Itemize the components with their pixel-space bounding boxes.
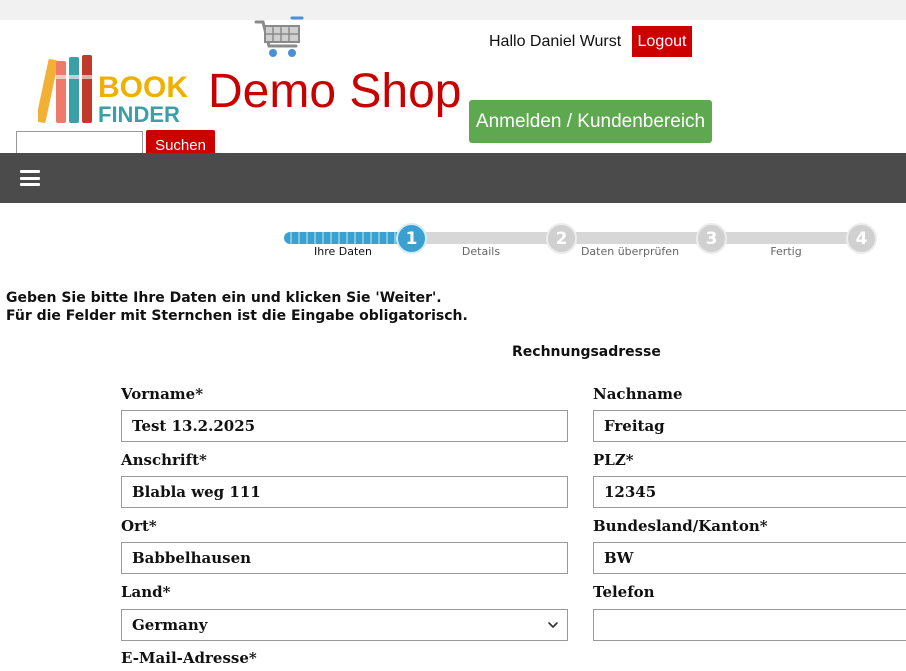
instruction-line-2: Für die Felder mit Sternchen ist die Ein… bbox=[6, 308, 468, 324]
ort-field[interactable]: Babbelhausen bbox=[121, 542, 568, 574]
step-circle-4: 4 bbox=[846, 223, 877, 254]
step-circle-1: 1 bbox=[396, 223, 427, 254]
billing-address-title: Rechnungsadresse bbox=[512, 344, 661, 360]
step-label-2: Details bbox=[461, 245, 501, 258]
svg-text:BOOK: BOOK bbox=[98, 71, 188, 104]
step-circle-2: 2 bbox=[546, 223, 577, 254]
nav-bar bbox=[0, 153, 906, 203]
bundesland-field[interactable]: BW bbox=[593, 542, 906, 574]
plz-label: PLZ* bbox=[593, 451, 634, 469]
progress-segment-4 bbox=[726, 232, 850, 244]
user-greeting: Hallo Daniel Wurst bbox=[489, 33, 622, 50]
books-icon: BOOK FINDER bbox=[35, 55, 188, 127]
vorname-field[interactable]: Test 13.2.2025 bbox=[121, 410, 568, 442]
nachname-label: Nachname bbox=[593, 385, 683, 403]
step-label-4: Fertig bbox=[770, 245, 802, 258]
step-label-3: Daten überprüfen bbox=[580, 245, 680, 258]
cart-icon[interactable] bbox=[254, 14, 306, 60]
progress-segment-3 bbox=[576, 232, 700, 244]
hamburger-icon[interactable] bbox=[20, 170, 40, 186]
anschrift-field[interactable]: Blabla weg 111 bbox=[121, 476, 568, 508]
form-instructions: Geben Sie bitte Ihre Daten ein und klick… bbox=[6, 289, 468, 325]
step-circle-3: 3 bbox=[696, 223, 727, 254]
chevron-down-icon bbox=[548, 622, 558, 628]
land-selected-value: Germany bbox=[132, 616, 208, 634]
step-label-1: Ihre Daten bbox=[313, 245, 373, 258]
ort-label: Ort* bbox=[121, 517, 157, 535]
svg-text:FINDER: FINDER bbox=[98, 102, 180, 125]
progress-segment-2 bbox=[426, 232, 550, 244]
land-select[interactable]: Germany bbox=[121, 609, 568, 641]
logout-button[interactable]: Logout bbox=[632, 26, 692, 57]
vorname-label: Vorname* bbox=[121, 385, 204, 403]
login-customer-area-button[interactable]: Anmelden / Kundenbereich bbox=[469, 100, 712, 143]
top-strip bbox=[0, 0, 906, 20]
email-label: E-Mail-Adresse* bbox=[121, 649, 257, 667]
anschrift-label: Anschrift* bbox=[121, 451, 207, 469]
bundesland-label: Bundesland/Kanton* bbox=[593, 517, 768, 535]
nachname-field[interactable]: Freitag bbox=[593, 410, 906, 442]
telefon-label: Telefon bbox=[593, 583, 655, 601]
instruction-line-1: Geben Sie bitte Ihre Daten ein und klick… bbox=[6, 290, 442, 306]
shop-title[interactable]: Demo Shop bbox=[208, 62, 461, 122]
bookfinder-logo[interactable]: BOOK FINDER bbox=[35, 55, 188, 127]
land-label: Land* bbox=[121, 583, 171, 601]
plz-field[interactable]: 12345 bbox=[593, 476, 906, 508]
telefon-field[interactable] bbox=[593, 609, 906, 641]
progress-segment-1 bbox=[284, 232, 400, 244]
